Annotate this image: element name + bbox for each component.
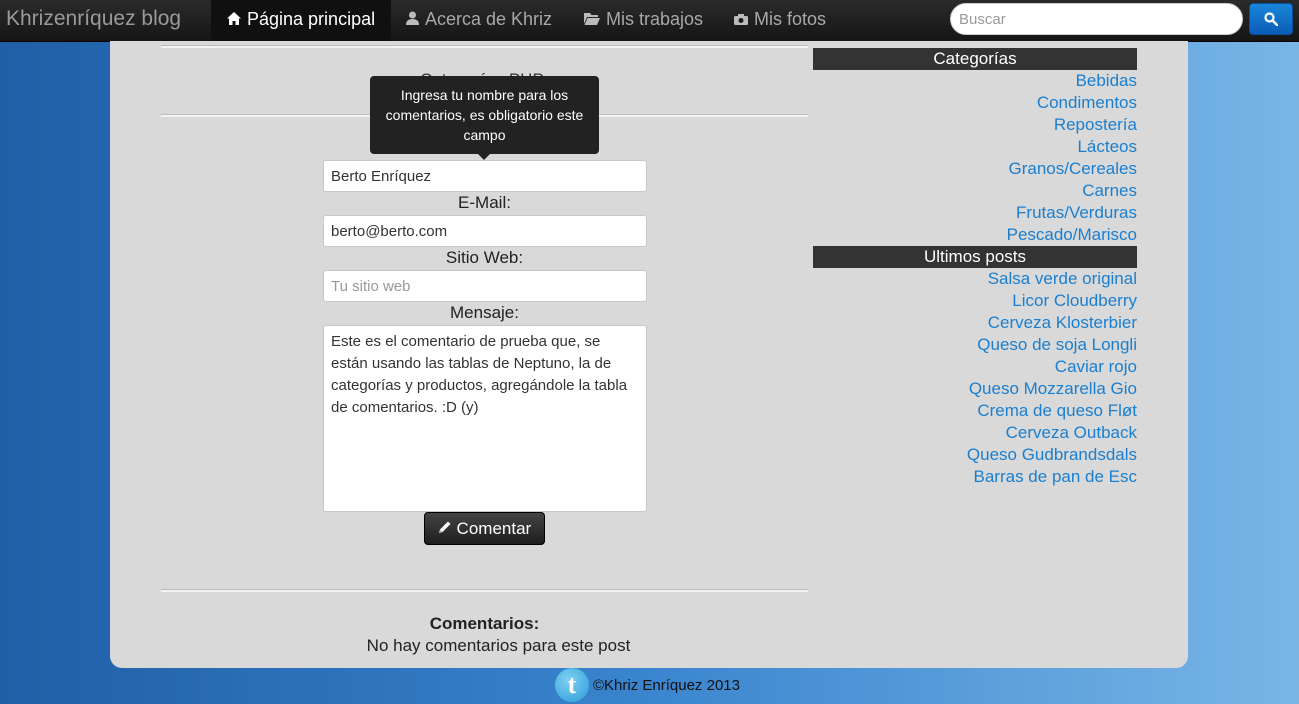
comments-title: Comentarios: xyxy=(429,614,540,633)
message-label: Mensaje: xyxy=(450,303,519,322)
nav-about[interactable]: Acerca de Khriz xyxy=(406,0,552,41)
message-field[interactable]: Este es el comentario de prueba que, se … xyxy=(323,325,647,512)
brand-link[interactable]: Khrizenríquez blog xyxy=(6,7,181,31)
nav-home[interactable]: Página principal xyxy=(211,0,392,41)
recent-post-link[interactable]: Queso Mozzarella Gio xyxy=(813,378,1137,400)
category-link[interactable]: Bebidas xyxy=(813,70,1137,92)
email-label: E-Mail: xyxy=(458,193,511,212)
category-link[interactable]: Repostería xyxy=(813,114,1137,136)
comment-button[interactable]: Comentar xyxy=(424,512,545,545)
user-icon xyxy=(406,1,419,39)
search-button[interactable] xyxy=(1249,3,1293,35)
website-label: Sitio Web: xyxy=(445,248,524,267)
comments-empty-text: No hay comentarios para este post xyxy=(366,636,631,655)
main-panel: Categoría : PHP Nombre: E-Mail: Sitio We… xyxy=(110,41,1188,668)
nav-about-label: Acerca de Khriz xyxy=(425,9,553,29)
recent-post-link[interactable]: Queso de soja Longli xyxy=(813,334,1137,356)
copyright-text: ©Khriz Enríquez 2013 xyxy=(593,677,740,694)
categories-list: Bebidas Condimentos Repostería Lácteos G… xyxy=(813,70,1137,246)
twitter-icon[interactable]: t xyxy=(555,668,589,702)
category-link[interactable]: Pescado/Marisco xyxy=(813,224,1137,246)
recent-post-link[interactable]: Queso Gudbrandsdals xyxy=(813,444,1137,466)
comment-button-label: Comentar xyxy=(456,519,532,538)
recent-post-link[interactable]: Salsa verde original xyxy=(813,268,1137,290)
category-link[interactable]: Condimentos xyxy=(813,92,1137,114)
category-link[interactable]: Frutas/Verduras xyxy=(813,202,1137,224)
category-link[interactable]: Granos/Cereales xyxy=(813,158,1137,180)
recent-post-link[interactable]: Licor Cloudberry xyxy=(813,290,1137,312)
recent-post-link[interactable]: Cerveza Klosterbier xyxy=(813,312,1137,334)
recent-post-link[interactable]: Cerveza Outback xyxy=(813,422,1137,444)
categories-heading: Categorías xyxy=(813,48,1137,70)
nav-works[interactable]: Mis trabajos xyxy=(584,0,703,41)
recent-post-link[interactable]: Barras de pan de Esc xyxy=(813,466,1137,488)
nav-photos-label: Mis fotos xyxy=(754,9,827,29)
divider xyxy=(161,589,808,592)
recent-post-link[interactable]: Caviar rojo xyxy=(813,356,1137,378)
email-field[interactable] xyxy=(323,215,647,247)
recent-posts-list: Salsa verde original Licor Cloudberry Ce… xyxy=(813,268,1137,488)
pencil-icon xyxy=(438,519,457,538)
nav-home-label: Página principal xyxy=(247,9,376,29)
website-field[interactable] xyxy=(323,270,647,302)
folder-icon xyxy=(584,1,600,39)
camera-icon xyxy=(734,1,748,39)
search-icon xyxy=(1264,12,1278,26)
nav-works-label: Mis trabajos xyxy=(606,9,704,29)
category-link[interactable]: Carnes xyxy=(813,180,1137,202)
nav-photos[interactable]: Mis fotos xyxy=(734,0,826,41)
home-icon xyxy=(227,1,241,39)
top-navbar: Khrizenríquez blog Página principal Acer… xyxy=(0,0,1299,42)
recent-posts-heading: Ultimos posts xyxy=(813,246,1137,268)
divider xyxy=(161,45,808,48)
recent-post-link[interactable]: Crema de queso Fløt xyxy=(813,400,1137,422)
search-input[interactable] xyxy=(950,3,1243,35)
name-field[interactable] xyxy=(323,160,647,192)
category-link[interactable]: Lácteos xyxy=(813,136,1137,158)
name-tooltip: Ingresa tu nombre para los comentarios, … xyxy=(370,76,599,160)
